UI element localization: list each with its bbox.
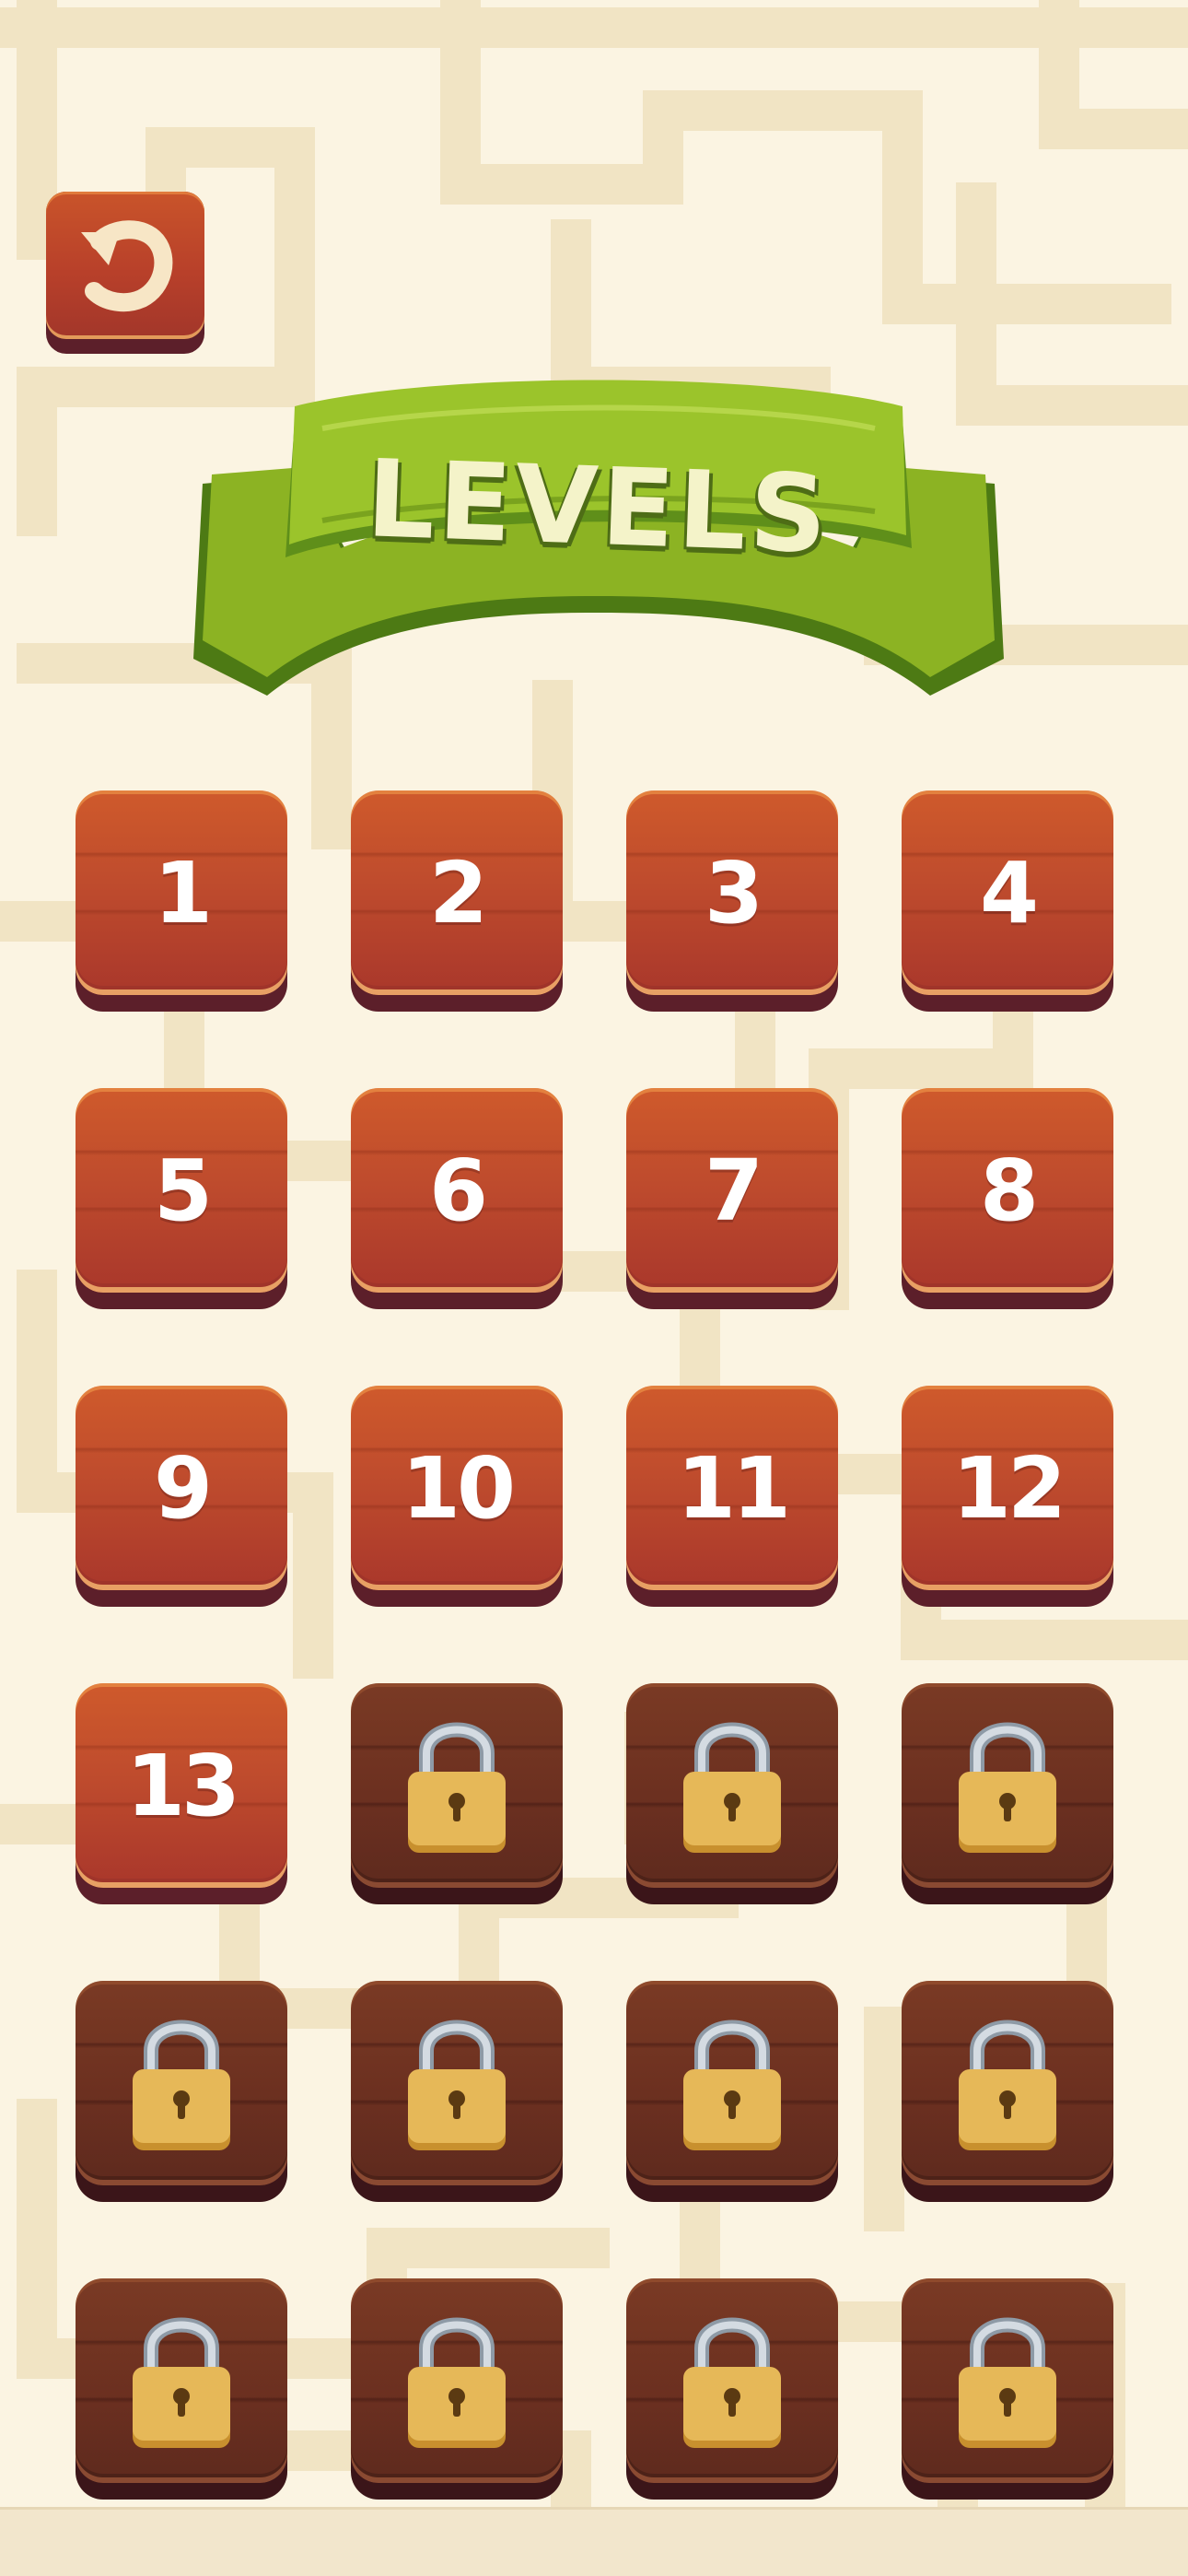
level-number: 5: [153, 1141, 213, 1240]
level-tile-12[interactable]: 12: [902, 1386, 1113, 1607]
level-tile-locked: [902, 2278, 1113, 2500]
level-number: 4: [979, 843, 1039, 943]
level-tile-11[interactable]: 11: [626, 1386, 838, 1607]
level-tile-locked: [76, 1981, 287, 2202]
level-tile-locked: [902, 1683, 1113, 1904]
level-number: 13: [125, 1736, 240, 1835]
level-tile-9[interactable]: 9: [76, 1386, 287, 1607]
level-number: 2: [428, 843, 488, 943]
level-tile-8[interactable]: 8: [902, 1088, 1113, 1309]
level-number: 10: [401, 1438, 516, 1538]
levels-banner: LEVELS: [193, 364, 1004, 705]
level-number: 7: [704, 1141, 763, 1240]
level-tile-locked: [351, 2278, 563, 2500]
level-number: 12: [951, 1438, 1066, 1538]
back-arrow-icon: [81, 220, 173, 312]
level-number: 3: [704, 843, 763, 943]
level-number: 9: [153, 1438, 213, 1538]
level-tile-3[interactable]: 3: [626, 790, 838, 1012]
level-tile-locked: [626, 2278, 838, 2500]
level-tile-13[interactable]: 13: [76, 1683, 287, 1904]
level-tile-5[interactable]: 5: [76, 1088, 287, 1309]
level-tile-4[interactable]: 4: [902, 790, 1113, 1012]
level-tile-locked: [626, 1981, 838, 2202]
level-tile-locked: [351, 1981, 563, 2202]
level-number: 11: [676, 1438, 791, 1538]
level-tile-locked: [351, 1683, 563, 1904]
level-tile-locked: [626, 1683, 838, 1904]
level-tile-6[interactable]: 6: [351, 1088, 563, 1309]
level-tile-locked: [76, 2278, 287, 2500]
level-tile-locked: [902, 1981, 1113, 2202]
level-number: 1: [153, 843, 213, 943]
level-number: 8: [979, 1141, 1039, 1240]
level-tile-2[interactable]: 2: [351, 790, 563, 1012]
bottom-bar: [0, 2507, 1188, 2576]
level-number: 6: [428, 1141, 488, 1240]
level-tile-1[interactable]: 1: [76, 790, 287, 1012]
back-button[interactable]: [46, 192, 204, 354]
level-tile-10[interactable]: 10: [351, 1386, 563, 1607]
level-tile-7[interactable]: 7: [626, 1088, 838, 1309]
